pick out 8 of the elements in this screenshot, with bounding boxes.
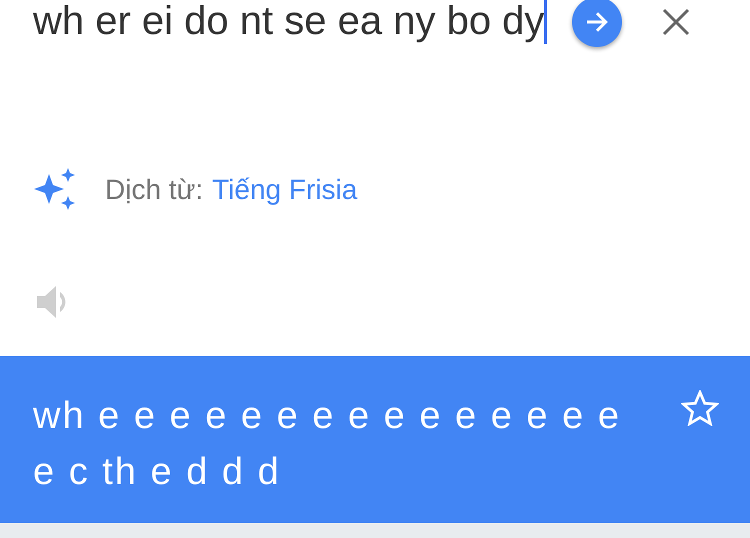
close-icon xyxy=(660,6,692,38)
text-cursor xyxy=(544,0,548,44)
input-field[interactable]: wh er ei do nt se ea ny bo dy xyxy=(33,0,555,50)
translation-text: wh e e e e e e e e e e e e e e e e c th e d d d xyxy=(33,394,622,495)
detected-label: Dịch từ: xyxy=(105,174,204,206)
translate-button[interactable] xyxy=(572,0,622,47)
close-button[interactable] xyxy=(660,6,692,38)
language-link[interactable]: Tiếng Frisia xyxy=(212,174,358,206)
